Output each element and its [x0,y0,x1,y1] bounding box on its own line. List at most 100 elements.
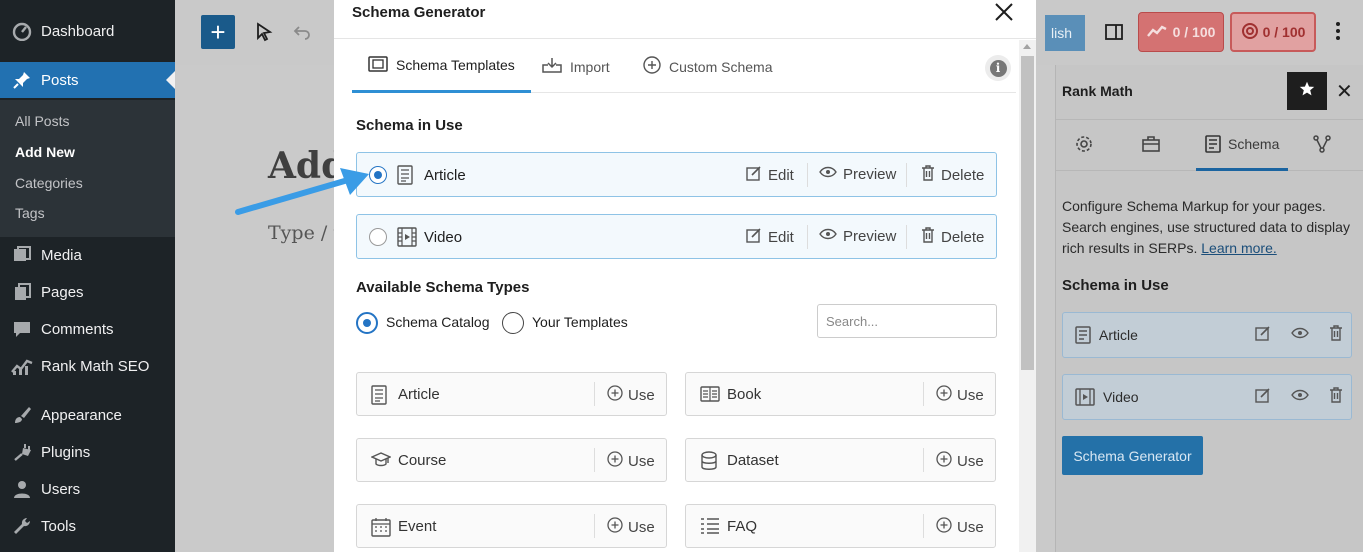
seo-score-value: 0 / 100 [1172,24,1216,40]
sidebar-item-label: Posts [41,71,79,89]
edit-button[interactable]: Edit [746,227,794,247]
share-icon [1312,134,1332,157]
tab-general[interactable] [1074,120,1094,171]
preview-icon[interactable] [1291,387,1309,406]
submenu-add-new[interactable]: Add New [15,144,75,160]
sidebar-item-pages[interactable]: Pages [0,274,175,310]
schema-catalog-label[interactable]: Schema Catalog [386,314,490,330]
sidebar-item-appearance[interactable]: Appearance [0,397,175,433]
use-label: Use [957,518,984,536]
action-divider [807,163,808,187]
submenu-categories[interactable]: Categories [15,175,83,191]
preview-button[interactable]: Preview [819,165,896,183]
delete-button[interactable]: Delete [921,227,984,247]
posts-submenu: All Posts Add New Categories Tags [0,100,175,237]
your-templates-label[interactable]: Your Templates [532,314,628,330]
post-body-placeholder[interactable]: Type / t [268,222,341,244]
schema-type-card-article[interactable]: Article Use [356,372,667,416]
card-divider [594,382,595,406]
tab-custom-schema[interactable]: Custom Schema [643,40,772,93]
submenu-all-posts[interactable]: All Posts [15,113,69,129]
article-icon [1075,326,1091,344]
info-button[interactable]: i [985,55,1011,81]
sidebar-item-users[interactable]: Users [0,471,175,507]
scrollbar-thumb[interactable] [1021,56,1034,370]
tab-label: Import [570,58,610,75]
edit-label: Edit [768,166,794,184]
learn-more-link[interactable]: Learn more. [1201,240,1276,256]
sidebar-item-comments[interactable]: Comments [0,311,175,347]
video-icon [1075,388,1095,406]
edit-button[interactable]: Edit [746,165,794,185]
use-label: Use [957,452,984,470]
schema-type-card-book[interactable]: Book Use [685,372,996,416]
tab-schema-templates[interactable]: Schema Templates [352,40,531,93]
sidebar-item-tools[interactable]: Tools [0,508,175,544]
edit-icon[interactable] [1255,387,1271,406]
preview-icon [819,227,837,245]
modal-close-icon[interactable] [993,1,1015,23]
scroll-up-arrow-icon[interactable] [1023,44,1031,49]
use-button[interactable]: Use [607,451,655,471]
content-score-badge[interactable]: 0 / 100 [1230,12,1316,52]
sidebar-item-posts[interactable]: Posts [0,62,175,98]
tab-social[interactable] [1312,120,1332,171]
undo-icon[interactable] [292,22,312,47]
use-label: Use [628,386,655,404]
schema-type-card-faq[interactable]: FAQ Use [685,504,996,548]
panel-schema-row-article[interactable]: Article [1062,312,1352,358]
plugin-icon [11,441,33,463]
block-inserter-button[interactable]: + [201,15,235,49]
tab-import[interactable]: Import [542,40,610,93]
use-button[interactable]: Use [936,517,984,537]
graduation-cap-icon [370,451,392,474]
schema-catalog-radio[interactable] [356,312,378,334]
delete-button[interactable]: Delete [921,165,984,185]
use-button[interactable]: Use [607,385,655,405]
seo-score-badge[interactable]: 0 / 100 [1138,12,1224,52]
sidebar-item-plugins[interactable]: Plugins [0,434,175,470]
plus-icon: + [210,16,226,47]
schema-select-radio[interactable] [369,228,387,246]
preview-label: Preview [843,227,897,245]
preview-icon[interactable] [1291,325,1309,344]
schema-type-card-event[interactable]: Event Use [356,504,667,548]
favorite-button[interactable] [1287,72,1327,110]
panel-close-icon[interactable]: ✕ [1336,79,1353,104]
edit-icon[interactable] [1255,325,1271,344]
submenu-tags[interactable]: Tags [15,205,45,221]
your-templates-radio[interactable] [502,312,524,334]
schema-generator-button[interactable]: Schema Generator [1062,436,1203,475]
sidebar-item-dashboard[interactable]: Dashboard [0,13,175,49]
content-ai-icon [1241,22,1259,43]
select-tool-icon[interactable] [254,22,274,47]
sidebar-item-media[interactable]: Media [0,237,175,273]
preview-button[interactable]: Preview [819,227,896,245]
schema-in-use-row-article[interactable]: Article Edit Preview Delete [356,152,997,197]
schema-search-input[interactable] [817,304,997,338]
trash-icon[interactable] [1329,387,1343,406]
schema-tab-icon [1205,135,1221,153]
schema-type-card-course[interactable]: Course Use [356,438,667,482]
tab-schema[interactable]: Schema [1196,120,1289,171]
database-icon [700,451,718,476]
trash-icon[interactable] [1329,325,1343,344]
action-divider [906,225,907,249]
panel-schema-row-video[interactable]: Video [1062,374,1352,420]
schema-in-use-row-video[interactable]: Video Edit Preview Delete [356,214,997,259]
sidebar-toggle-icon[interactable] [1104,22,1124,47]
sidebar-item-label: Media [41,246,82,264]
tab-label: Custom Schema [669,58,773,75]
edit-label: Edit [768,228,794,246]
delete-label: Delete [941,228,985,246]
modal-title: Schema Generator [352,4,486,21]
tab-advanced[interactable] [1141,120,1161,171]
schema-type-card-dataset[interactable]: Dataset Use [685,438,996,482]
use-button[interactable]: Use [936,451,984,471]
more-options-icon[interactable] [1330,20,1346,47]
use-button[interactable]: Use [607,517,655,537]
publish-button[interactable]: lish [1045,15,1085,51]
book-icon [700,385,720,408]
use-button[interactable]: Use [936,385,984,405]
sidebar-item-rank-math[interactable]: Rank Math SEO [0,348,175,384]
